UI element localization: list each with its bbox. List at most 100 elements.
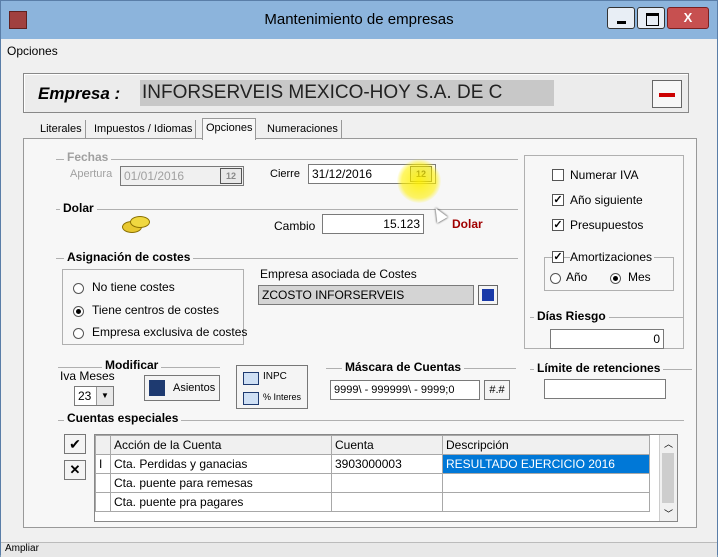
cancel-icon[interactable]: ✕ — [64, 460, 86, 480]
table-row[interactable]: I Cta. Perdidas y ganacias 3903000003 RE… — [95, 454, 650, 474]
scroll-thumb[interactable] — [662, 453, 674, 503]
title-bar[interactable]: Mantenimiento de empresas X — [1, 1, 717, 39]
status-text: Ampliar — [5, 543, 39, 554]
table-row[interactable]: Cta. puente para remesas — [95, 473, 650, 493]
mascara-format-button[interactable]: #.# — [484, 380, 510, 400]
cambio-field[interactable]: 15.123 — [322, 214, 424, 234]
table-header-row: Acción de la Cuenta Cuenta Descripción — [95, 435, 650, 455]
cell-cuenta[interactable] — [331, 492, 443, 512]
radio-label-no-tiene: No tiene costes — [92, 280, 175, 294]
row-marker — [95, 492, 111, 512]
tab-opciones[interactable]: Opciones — [202, 118, 257, 140]
empresa-label: Empresa : — [38, 84, 121, 103]
radio-label-exclusiva: Empresa exclusiva de costes — [92, 325, 248, 339]
radio-mes[interactable] — [610, 273, 621, 284]
empresa-header: Empresa : INFORSERVEIS MEXICO-HOY S.A. D… — [23, 73, 689, 113]
minus-icon — [659, 93, 675, 97]
remove-button[interactable] — [652, 80, 682, 108]
dias-riesgo-field[interactable]: 0 — [550, 329, 664, 349]
limite-label: Límite de retenciones — [534, 361, 664, 375]
fechas-legend: Fechas — [64, 150, 112, 164]
grid-scrollbar[interactable]: ︿ ﹀ — [659, 435, 677, 521]
amortizaciones-label: Amortizaciones — [570, 250, 655, 264]
ano-siguiente-label: Año siguiente — [570, 193, 643, 207]
chevron-down-icon[interactable]: ▼ — [96, 387, 113, 405]
mascara-field[interactable]: 9999\ - 999999\ - 9999;0 — [330, 380, 480, 400]
radio-no-tiene-costes[interactable] — [73, 283, 84, 294]
radio-empresa-exclusiva[interactable] — [73, 328, 84, 339]
dolar-link[interactable]: Dolar — [452, 217, 483, 231]
fechas-line — [56, 159, 518, 160]
cambio-label: Cambio — [274, 219, 316, 233]
mascara-legend: Máscara de Cuentas — [342, 360, 465, 374]
check-ano-siguiente[interactable]: ✓ — [552, 194, 564, 206]
table-icon — [243, 372, 259, 385]
intereses-label: % Interes — [263, 392, 302, 402]
numerar-iva-label: Numerar IVA — [570, 168, 639, 182]
mes-label: Mes — [628, 270, 651, 284]
minimize-button[interactable] — [607, 7, 635, 29]
cell-accion[interactable]: Cta. Perdidas y ganacias — [110, 454, 332, 474]
iva-meses-select[interactable]: 23 ▼ — [74, 386, 114, 406]
col-accion-header[interactable]: Acción de la Cuenta — [110, 435, 332, 455]
inpc-label: INPC — [263, 371, 287, 382]
table-row[interactable]: Cta. puente pra pagares — [95, 492, 650, 512]
col-cuenta-header[interactable]: Cuenta — [331, 435, 443, 455]
asientos-icon — [149, 380, 165, 396]
chevron-down-icon[interactable]: ﹀ — [664, 507, 673, 520]
check-amortizaciones[interactable]: ✓ — [552, 251, 564, 263]
presupuestos-label: Presupuestos — [570, 218, 644, 232]
row-marker: I — [95, 454, 111, 474]
asientos-button[interactable]: Asientos — [144, 375, 220, 401]
maximize-button[interactable] — [637, 7, 665, 29]
asignacion-legend: Asignación de costes — [64, 250, 194, 264]
close-button[interactable]: X — [667, 7, 709, 29]
ano-label: Año — [566, 270, 588, 284]
cuentas-legend: Cuentas especiales — [64, 411, 182, 425]
empresa-asociada-field[interactable]: ZCOSTO INFORSERVEIS — [258, 285, 474, 305]
dolar-line — [56, 209, 518, 210]
tab-impuestos-idiomas[interactable]: Impuestos / Idiomas — [91, 120, 197, 138]
cierre-label: Cierre — [270, 168, 300, 180]
lookup-button[interactable] — [478, 285, 498, 305]
confirm-icon[interactable]: ✔ — [64, 434, 86, 454]
cell-accion[interactable]: Cta. puente pra pagares — [110, 492, 332, 512]
tab-literales[interactable]: Literales — [37, 120, 86, 138]
cell-accion[interactable]: Cta. puente para remesas — [110, 473, 332, 493]
cell-cuenta[interactable]: 3903000003 — [331, 454, 443, 474]
inpc-button[interactable]: INPC — [243, 370, 301, 386]
iva-meses-label: Iva Meses — [60, 369, 115, 383]
empresa-name: INFORSERVEIS MEXICO-HOY S.A. DE C — [140, 80, 554, 106]
row-marker-header — [95, 435, 111, 455]
main-window: Mantenimiento de empresas X Opciones Emp… — [0, 0, 718, 557]
menu-opciones[interactable]: Opciones — [7, 44, 58, 58]
cuentas-grid: Acción de la Cuenta Cuenta Descripción I… — [94, 434, 678, 522]
radio-tiene-centros[interactable] — [73, 306, 84, 317]
cell-cuenta[interactable] — [331, 473, 443, 493]
costes-radio-group: No tiene costes Tiene centros de costes … — [62, 269, 248, 345]
cuentas-table: Acción de la Cuenta Cuenta Descripción I… — [95, 435, 650, 512]
intereses-button[interactable]: % Interes — [243, 390, 301, 406]
menu-bar: Opciones — [1, 39, 717, 63]
dias-riesgo-label: Días Riesgo — [534, 309, 609, 323]
iva-meses-value: 23 — [78, 389, 92, 403]
check-presupuestos[interactable]: ✓ — [552, 219, 564, 231]
tab-numeraciones[interactable]: Numeraciones — [264, 120, 342, 138]
table-icon — [243, 392, 259, 405]
check-numerar-iva[interactable] — [552, 169, 564, 181]
lookup-icon — [482, 289, 494, 301]
apertura-calendar-icon[interactable]: 12 — [220, 168, 242, 184]
inpc-intereses-box: INPC % Interes — [236, 365, 308, 409]
opciones-panel: Fechas Apertura 01/01/2016 12 Cierre 31/… — [23, 138, 697, 528]
maximize-icon — [646, 13, 659, 26]
radio-label-tiene-centros: Tiene centros de costes — [92, 303, 219, 317]
cell-descripcion[interactable] — [442, 473, 650, 493]
limite-field[interactable] — [544, 379, 666, 399]
radio-ano[interactable] — [550, 273, 561, 284]
chevron-up-icon[interactable]: ︿ — [664, 437, 673, 450]
cell-descripcion[interactable]: RESULTADO EJERCICIO 2016 — [442, 454, 650, 474]
asientos-label: Asientos — [173, 382, 216, 394]
cell-descripcion[interactable] — [442, 492, 650, 512]
col-descripcion-header[interactable]: Descripción — [442, 435, 650, 455]
row-marker — [95, 473, 111, 493]
